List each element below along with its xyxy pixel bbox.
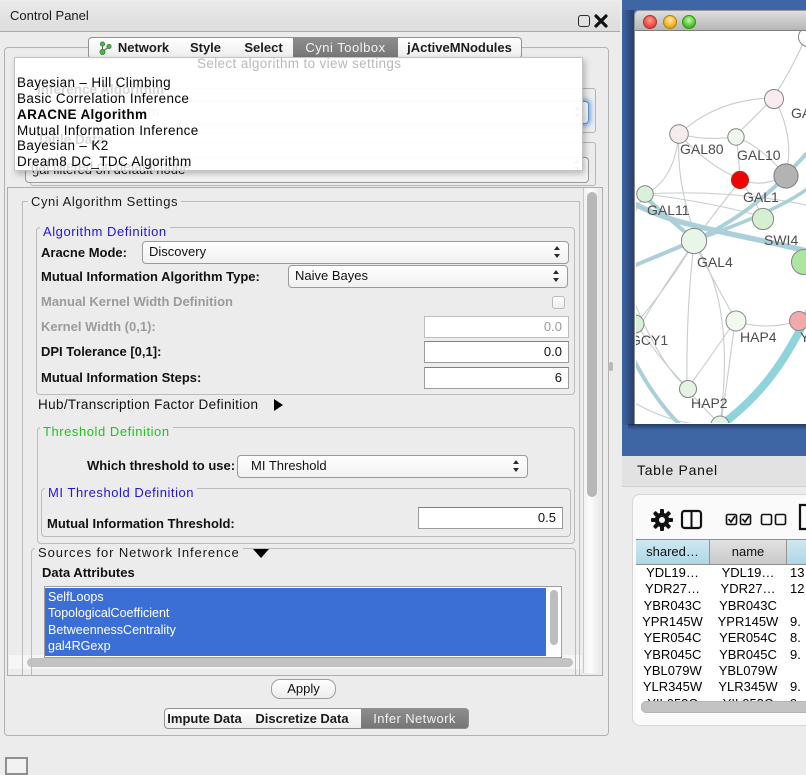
svg-text:GAL1: GAL1: [743, 189, 779, 205]
svg-text:GAL80: GAL80: [680, 141, 724, 157]
svg-text:GAL2: GAL2: [791, 105, 806, 121]
svg-text:SWI4: SWI4: [764, 232, 798, 248]
svg-text:GAL11: GAL11: [647, 202, 690, 218]
svg-text:HAP2: HAP2: [691, 395, 728, 411]
svg-text:HAP4: HAP4: [740, 329, 777, 345]
svg-text:GCY1: GCY1: [636, 332, 668, 348]
svg-text:GAL10: GAL10: [737, 147, 781, 163]
svg-text:GAL4: GAL4: [697, 254, 733, 270]
svg-text:YJ: YJ: [800, 329, 806, 345]
